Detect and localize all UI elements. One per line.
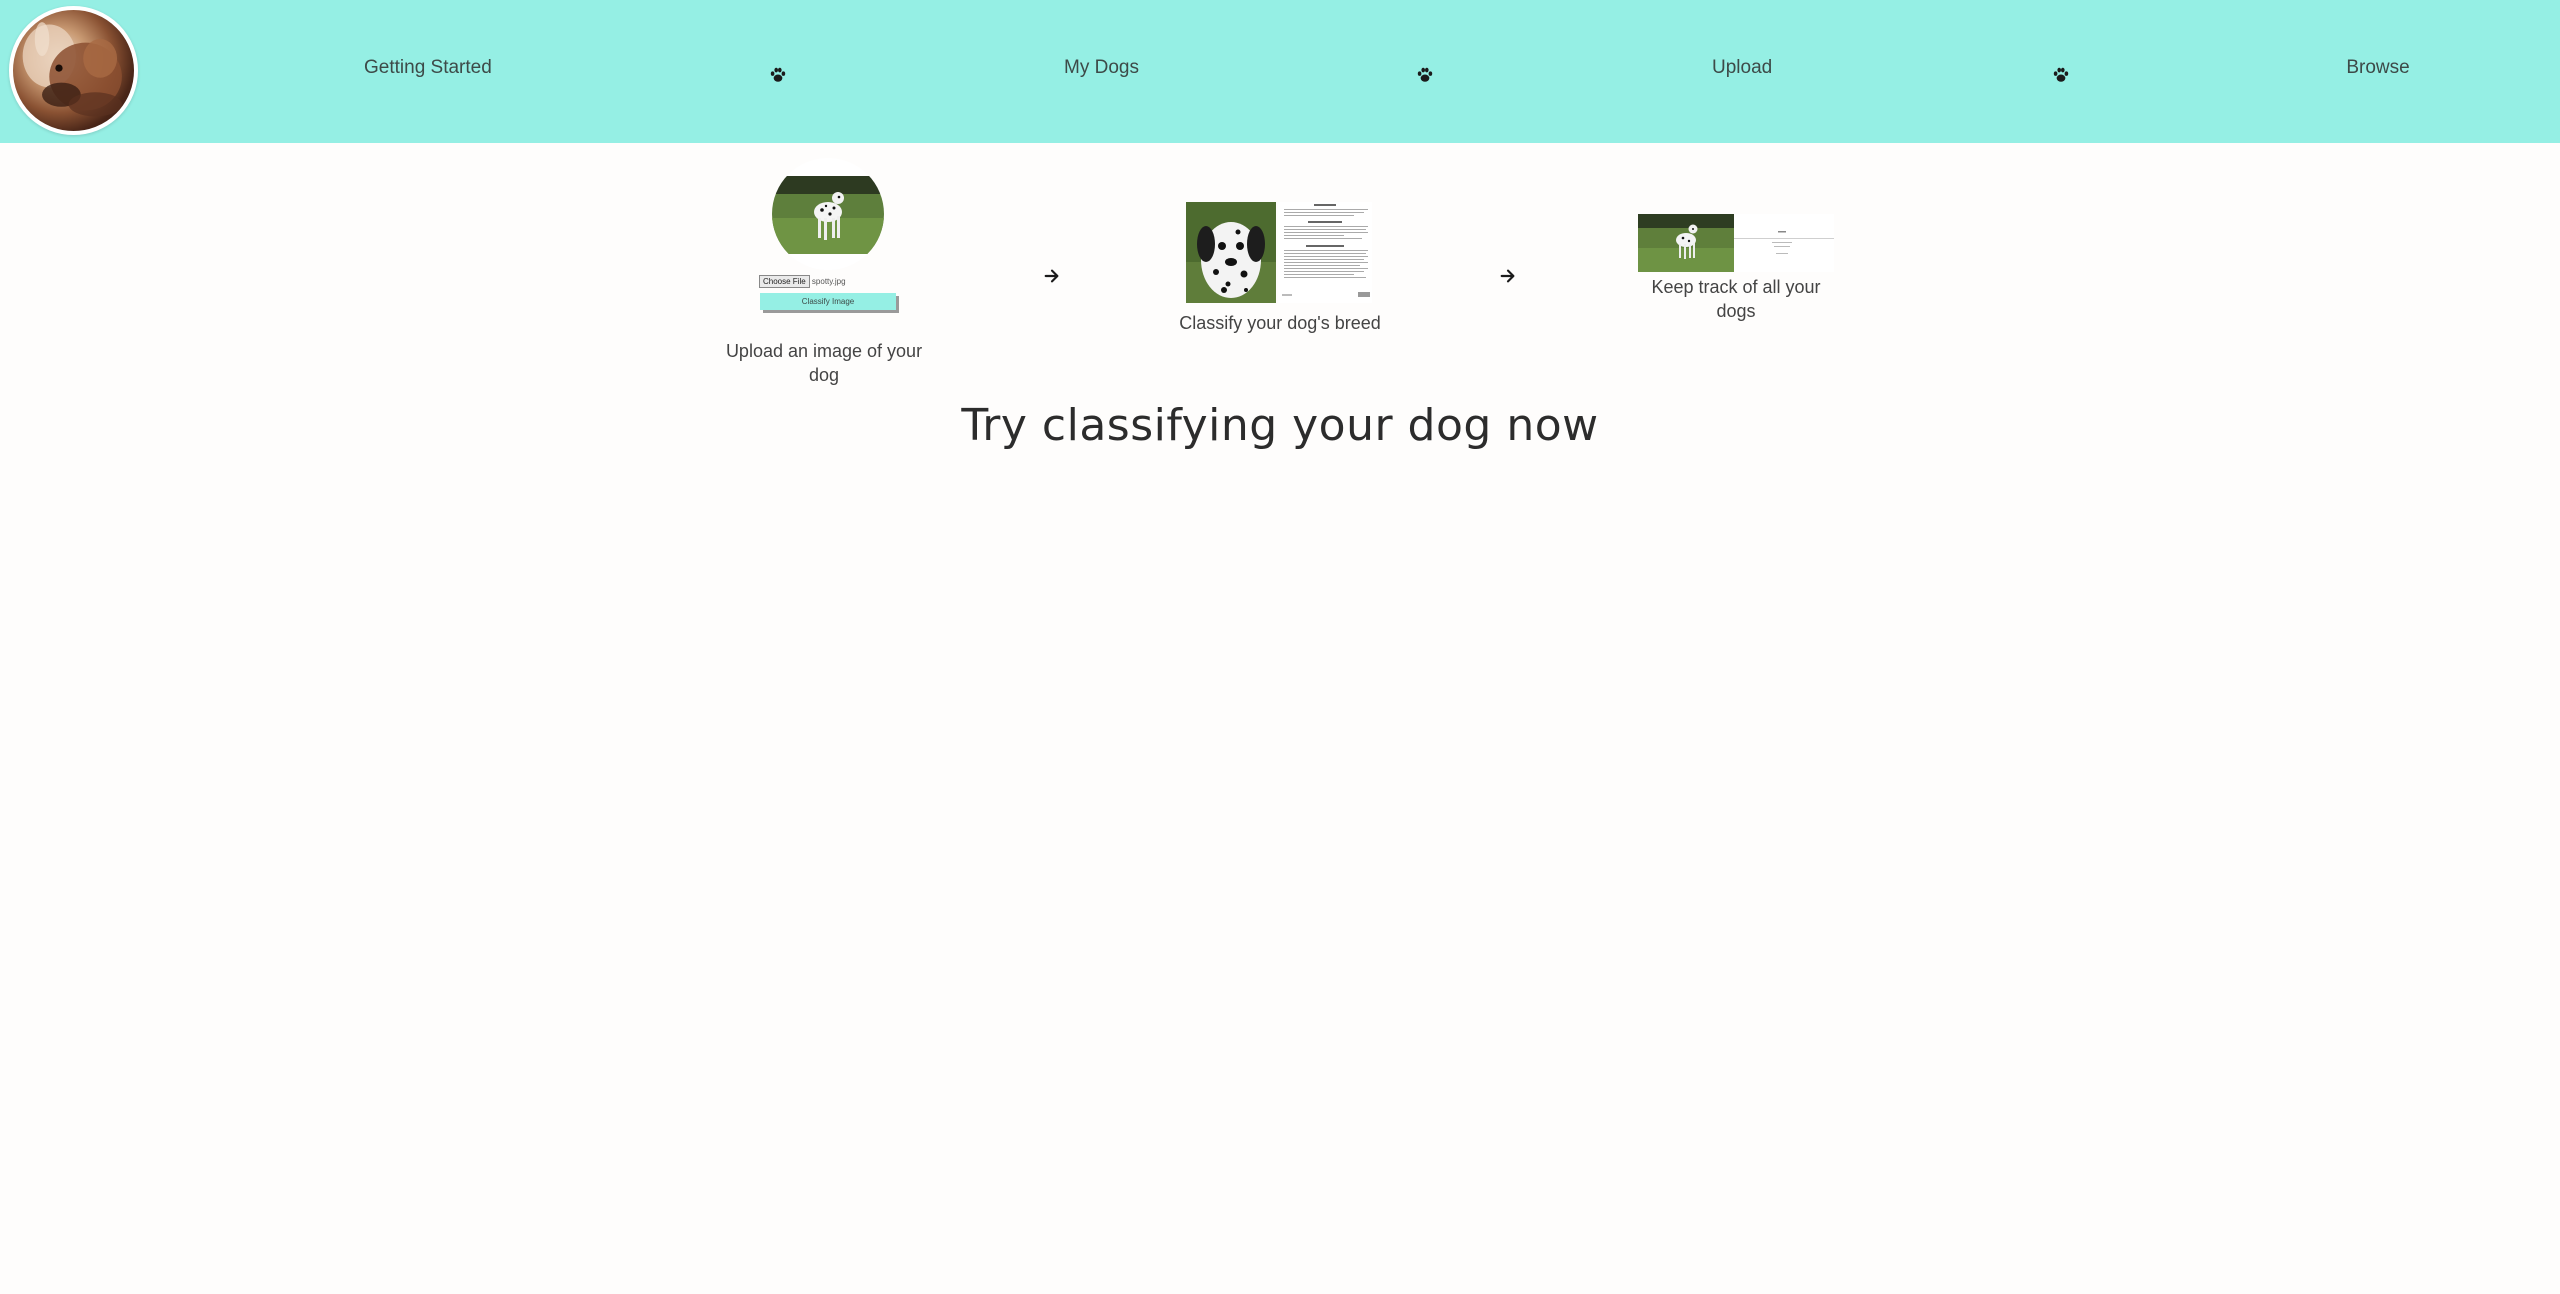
arrow-right-icon [1499,267,1517,285]
paw-icon [2052,66,2070,84]
step-caption-track: Keep track of all your dogs [1651,277,1821,321]
classify-image-button-mock: Classify Image [760,293,896,310]
nav-my-dogs[interactable]: My Dogs [1064,55,1139,81]
file-name-text: spotty.jpg [811,277,846,286]
step-classify-preview-image [1186,202,1372,303]
paw-icon [1416,66,1434,84]
nav-browse[interactable]: Browse [2346,55,2410,81]
choose-file-button: Choose File [759,275,810,288]
cta-headline: Try classifying your dog now [961,400,1599,451]
nav-getting-started[interactable]: Getting Started [364,55,492,81]
step-track-preview-image [1638,214,1834,272]
step-caption-upload: Upload an image of your dog [725,341,923,385]
paw-icon [769,66,787,84]
arrow-right-icon [1043,267,1061,285]
dog-portrait-logo-icon [22,22,122,117]
step-caption-classify: Classify your dog's breed [1179,313,1381,333]
nav-upload[interactable]: Upload [1712,55,1772,81]
step-upload-preview-image [772,158,884,270]
top-nav-bar: Getting Started My Dogs Upload Browse [0,0,2560,143]
file-input-mock: Choose File spotty.jpg [759,275,846,289]
site-logo[interactable] [9,6,138,135]
